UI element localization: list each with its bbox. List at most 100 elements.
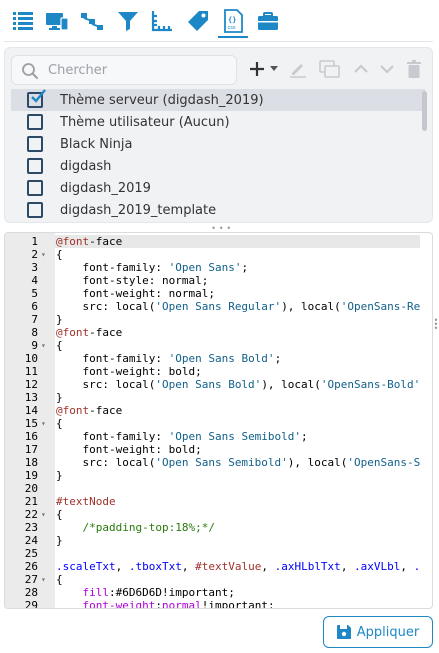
code-text[interactable]: } [55,469,420,482]
code-line: 18 src: local('Open Sans Semibold'), loc… [5,456,432,469]
code-token: , [400,560,414,573]
code-token: ; [274,352,282,365]
copy-icon[interactable] [318,57,342,81]
theme-label: digdash_2019 [60,180,151,196]
code-text[interactable]: { [55,417,420,430]
code-token: { [56,248,63,261]
css-file-icon[interactable]: {} css [218,6,248,38]
line-number: 21 [24,495,38,508]
monitor-icon[interactable] [42,6,72,36]
theme-list-item[interactable]: Thème serveur (digdash_2019) [11,89,425,111]
code-text[interactable]: { [55,573,420,586]
move-up-icon[interactable] [349,57,373,81]
search-input[interactable] [48,56,234,84]
code-text[interactable]: #textNode [55,495,420,508]
code-text[interactable]: @font-face [55,326,420,339]
theme-label: Black Ninja [60,136,133,152]
vertical-splitter-handle[interactable]: • • • [434,316,438,333]
code-text[interactable]: .scaleTxt, .tboxTxt, #textValue, .axHLbl… [55,560,420,573]
code-token: 'Open Sans Semibold' [168,430,302,443]
theme-list-item[interactable]: digdash_2019 [11,177,425,199]
line-number: 6 [31,300,38,313]
apply-button-label: Appliquer [356,624,420,640]
code-token: font-weight: normal; [56,287,215,300]
fold-toggle-icon[interactable]: ▾ [41,339,51,352]
theme-checkbox[interactable] [27,136,43,152]
code-token: } [56,469,63,482]
code-token: .tboxTxt [128,560,182,573]
list-scrollbar[interactable] [422,91,427,131]
theme-checkbox[interactable] [27,89,46,108]
theme-checkbox[interactable] [27,202,43,218]
code-text[interactable]: font-family: 'Open Sans Semibold'; [55,430,420,443]
code-token: , [340,560,355,573]
theme-checkbox[interactable] [27,180,43,196]
code-text[interactable]: font-weight: bold; [55,443,420,456]
code-text[interactable]: font-style: normal; [55,274,420,287]
code-text[interactable]: { [55,248,420,261]
line-number: 3 [31,261,38,274]
edit-icon[interactable] [286,57,310,81]
dataset-grid-icon[interactable] [8,6,38,36]
theme-list-item[interactable]: digdash [11,155,425,177]
code-text[interactable]: fill:#6D6D6D!important; [55,586,420,599]
tag-icon[interactable] [183,6,213,36]
code-text[interactable]: /*padding-top:18%;*/ [55,521,420,534]
fold-toggle-icon[interactable]: ▾ [41,573,51,586]
code-line: 13} [5,391,432,404]
fold-toggle-icon[interactable]: ▾ [41,417,51,430]
hierarchy-icon[interactable] [77,6,107,36]
ruler-icon[interactable] [147,6,177,36]
code-text[interactable]: { [55,339,420,352]
code-token: #textValue [195,560,262,573]
code-token: @font [56,235,90,248]
code-token: src: local( [56,300,156,313]
svg-text:{}: {} [228,16,236,24]
code-text[interactable]: } [55,534,420,547]
code-token: ), local( [281,300,341,313]
code-line: 5 font-weight: normal; [5,287,432,300]
code-token: ), local( [261,378,321,391]
line-number: 25 [24,547,38,560]
line-number: 18 [24,456,38,469]
apply-button[interactable]: Appliquer [323,616,433,648]
code-text[interactable]: @font-face [55,235,420,248]
horizontal-splitter-handle[interactable]: • • • [212,224,231,233]
theme-checkbox[interactable] [27,114,43,130]
code-text[interactable]: font-weight: normal; [55,287,420,300]
toolbox-icon[interactable] [253,6,283,36]
code-line: 27 ▾ { [5,573,432,586]
code-text[interactable]: src: local('Open Sans Semibold'), local(… [55,456,420,469]
theme-list-item[interactable]: Black Ninja [11,133,425,155]
fold-toggle-icon[interactable]: ▾ [41,248,51,261]
code-line: 4 font-style: normal; [5,274,432,287]
line-number: 12 [24,378,38,391]
code-text[interactable]: font-family: 'Open Sans'; [55,261,420,274]
code-line: 9 ▾ { [5,339,432,352]
code-token: { [56,573,63,586]
code-token: :#6D6D6D!important; [109,586,235,599]
theme-list-item[interactable]: digdash_2019_template [11,199,425,221]
code-text[interactable]: @font-face [55,404,420,417]
code-text[interactable]: font-weight: bold; [55,365,420,378]
delete-icon[interactable] [402,57,426,81]
theme-checkbox[interactable] [27,158,43,174]
code-text[interactable]: src: local('Open Sans Regular'), local('… [55,300,420,313]
code-text[interactable]: src: local('Open Sans Bold'), local('Ope… [55,378,420,391]
code-text[interactable]: } [55,391,420,404]
code-text[interactable]: font-family: 'Open Sans Bold'; [55,352,420,365]
line-number: 5 [31,287,38,300]
theme-list-item[interactable]: Thème utilisateur (Aucun) [11,111,425,133]
line-number: 16 [24,430,38,443]
filter-icon[interactable] [113,6,143,36]
code-text[interactable]: } [55,313,420,326]
code-token: } [56,534,63,547]
css-code-editor[interactable]: 1 @font-face 2 ▾{3 font-family: 'Open Sans'… [4,232,433,609]
fold-toggle-icon[interactable]: ▾ [41,508,51,521]
dropdown-caret-icon[interactable] [267,57,281,81]
code-token: !important; [201,599,275,609]
code-text[interactable]: { [55,508,420,521]
move-down-icon[interactable] [375,57,399,81]
code-text[interactable]: font-weight:normal!important; [55,599,420,609]
add-icon[interactable] [245,57,269,81]
